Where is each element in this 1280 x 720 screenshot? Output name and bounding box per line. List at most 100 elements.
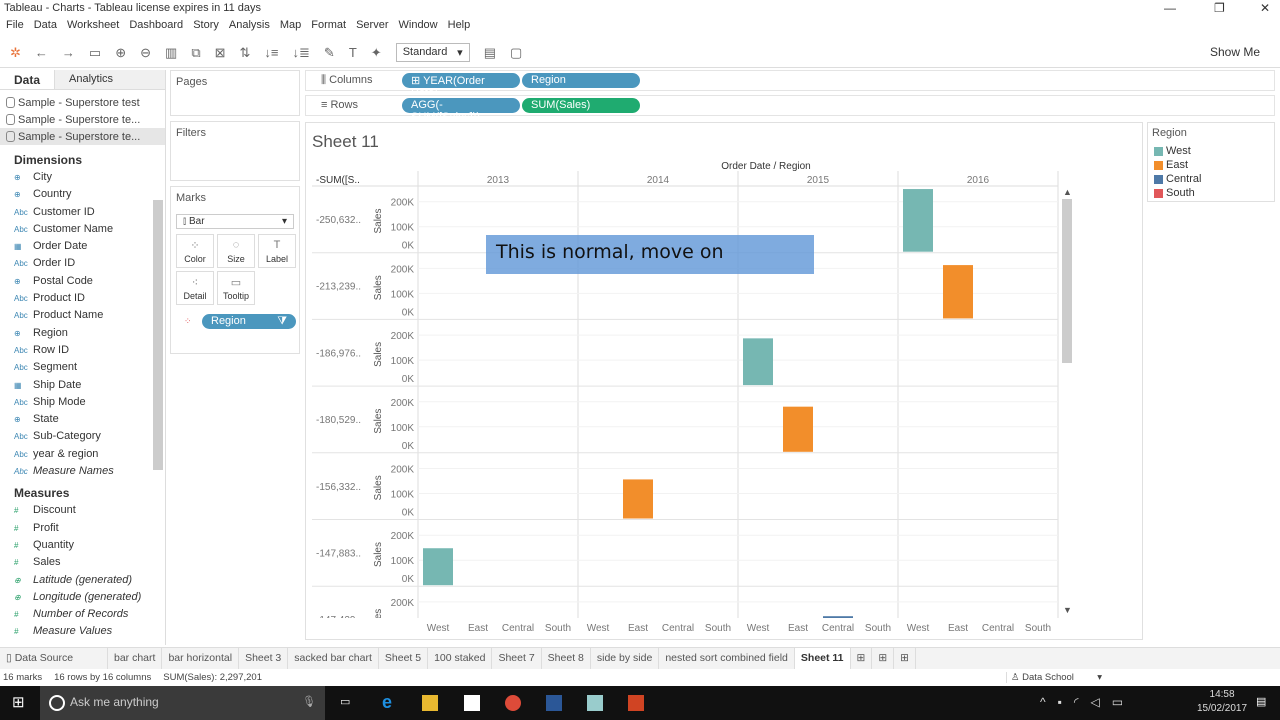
marks-label-button[interactable]: T Label bbox=[258, 234, 296, 268]
show-me-button[interactable]: Show Me bbox=[1210, 45, 1260, 59]
chart[interactable]: Order Date / Region -SUM([S.. 2013 West East… bbox=[306, 123, 1142, 639]
new-dashboard-tab-icon[interactable]: ⊞ bbox=[872, 648, 895, 669]
field-item[interactable]: # Quantity bbox=[0, 537, 165, 554]
pause-updates-icon[interactable]: ⊖ bbox=[140, 45, 151, 61]
field-item[interactable]: ▦ Ship Date bbox=[0, 377, 165, 394]
notifications-icon[interactable]: ▤ bbox=[1256, 695, 1272, 711]
clock-date[interactable]: 15/02/2017 bbox=[1197, 703, 1247, 714]
clock-time[interactable]: 14:58 bbox=[1197, 689, 1247, 700]
back-icon[interactable]: ← bbox=[35, 45, 48, 60]
tab-data-source[interactable]: ▯ Data Source bbox=[0, 648, 108, 669]
labels-icon[interactable]: T bbox=[349, 45, 357, 60]
presentation-icon[interactable]: ▢ bbox=[510, 45, 522, 61]
sheet-tab[interactable]: bar chart bbox=[108, 648, 163, 669]
sheet-tab[interactable]: Sheet 5 bbox=[379, 648, 429, 669]
menu-help[interactable]: Help bbox=[448, 19, 471, 37]
field-item[interactable]: Abc year & region bbox=[0, 446, 165, 463]
highlight-icon[interactable]: ✎ bbox=[324, 45, 335, 61]
field-item[interactable]: ⊕ Country bbox=[0, 186, 165, 203]
file-explorer-icon[interactable] bbox=[422, 695, 438, 711]
sort-asc-icon[interactable]: ↓≡ bbox=[264, 45, 278, 60]
word-icon[interactable] bbox=[546, 695, 562, 711]
marks-detail-button[interactable]: ⁖ Detail bbox=[176, 271, 214, 305]
field-item[interactable]: Abc Row ID bbox=[0, 342, 165, 359]
field-item[interactable]: Abc Product ID bbox=[0, 290, 165, 307]
menu-file[interactable]: File bbox=[6, 19, 24, 37]
field-item[interactable]: # Sales bbox=[0, 554, 165, 571]
field-item[interactable]: ▦ Order Date bbox=[0, 238, 165, 255]
field-item[interactable]: Abc Product Name bbox=[0, 307, 165, 324]
legend-item-south[interactable]: South bbox=[1152, 187, 1270, 201]
tab-analytics[interactable]: Analytics bbox=[54, 70, 165, 89]
duplicate-icon[interactable]: ⧉ bbox=[191, 45, 200, 61]
row-pill-agg[interactable]: AGG(-SUM([Sales])) bbox=[402, 98, 520, 123]
tab-data[interactable]: Data bbox=[0, 70, 55, 89]
marks-tooltip-button[interactable]: ▭ Tooltip bbox=[217, 271, 255, 305]
filters-card[interactable]: Filters bbox=[170, 121, 300, 181]
store-icon[interactable] bbox=[464, 695, 480, 711]
sheet-tab[interactable]: Sheet 7 bbox=[492, 648, 542, 669]
tableau-icon[interactable] bbox=[587, 695, 603, 711]
save-icon[interactable]: ▭ bbox=[89, 45, 101, 61]
menu-map[interactable]: Map bbox=[280, 19, 301, 37]
chrome-icon[interactable] bbox=[505, 695, 521, 711]
legend-item-east[interactable]: East bbox=[1152, 159, 1270, 173]
field-item[interactable]: Abc Ship Mode bbox=[0, 394, 165, 411]
datasource-item[interactable]: Sample - Superstore te... bbox=[0, 111, 165, 128]
user-menu[interactable]: ♙ Data School ▾ bbox=[1006, 672, 1102, 683]
columns-shelf[interactable]: ⫼ Columns ⊞ YEAR(Order Date) Region bbox=[305, 70, 1275, 99]
fit-select[interactable]: Standard ▾ bbox=[395, 43, 470, 62]
field-item[interactable]: Abc Customer Name bbox=[0, 221, 165, 238]
sort-desc-icon[interactable]: ↓≣ bbox=[293, 45, 310, 61]
sheet-tab[interactable]: 100 staked bbox=[428, 648, 493, 669]
sheet-tab[interactable]: side by side bbox=[591, 648, 660, 669]
windows-start-icon[interactable]: ⊞ bbox=[12, 693, 28, 711]
row-pill-sales[interactable]: SUM(Sales) bbox=[522, 98, 640, 113]
field-item[interactable]: ⊕ Longitude (generated) bbox=[0, 589, 165, 606]
tableau-logo-icon[interactable]: ✲ bbox=[10, 45, 21, 61]
menu-worksheet[interactable]: Worksheet bbox=[67, 19, 119, 37]
menu-format[interactable]: Format bbox=[311, 19, 346, 37]
menu-window[interactable]: Window bbox=[399, 19, 438, 37]
column-pill-year[interactable]: ⊞ YEAR(Order Date) bbox=[402, 73, 520, 99]
dimensions-scrollbar[interactable] bbox=[153, 200, 163, 470]
field-item[interactable]: Abc Customer ID bbox=[0, 204, 165, 221]
sheet-tab[interactable]: Sheet 3 bbox=[239, 648, 289, 669]
sheet-tab[interactable]: Sheet 8 bbox=[542, 648, 591, 669]
menu-data[interactable]: Data bbox=[34, 19, 57, 37]
maximize-button[interactable]: ❐ bbox=[1214, 1, 1225, 15]
microphone-icon[interactable]: 🎙 bbox=[302, 695, 318, 711]
pin-icon[interactable]: ✦ bbox=[371, 45, 382, 61]
menu-server[interactable]: Server bbox=[356, 19, 388, 37]
field-item[interactable]: ⊕ Region bbox=[0, 325, 165, 342]
system-tray-icons[interactable]: ^▪◜◁▭ bbox=[1040, 695, 1135, 709]
field-item[interactable]: Abc Sub-Category bbox=[0, 428, 165, 445]
field-item[interactable]: Abc Segment bbox=[0, 359, 165, 376]
field-item[interactable]: Abc Measure Names bbox=[0, 463, 165, 480]
minimize-button[interactable]: — bbox=[1164, 1, 1176, 15]
field-item[interactable]: ⊕ State bbox=[0, 411, 165, 428]
field-item[interactable]: # Profit bbox=[0, 520, 165, 537]
menu-analysis[interactable]: Analysis bbox=[229, 19, 270, 37]
new-worksheet-icon[interactable]: ▥ bbox=[165, 45, 177, 61]
new-datasource-icon[interactable]: ⊕ bbox=[115, 45, 126, 61]
sheet-tab[interactable]: bar horizontal bbox=[162, 648, 240, 669]
column-pill-region[interactable]: Region bbox=[522, 73, 640, 88]
task-view-icon[interactable]: ▭ bbox=[340, 695, 356, 711]
new-story-tab-icon[interactable]: ⊞ bbox=[894, 648, 916, 669]
marks-size-button[interactable]: ◌ Size bbox=[217, 234, 255, 268]
close-button[interactable]: ✕ bbox=[1260, 1, 1270, 15]
legend-item-west[interactable]: West bbox=[1152, 145, 1270, 159]
clear-sheet-icon[interactable]: ⊠ bbox=[215, 45, 226, 61]
field-item[interactable]: ⊕ City bbox=[0, 169, 165, 186]
new-worksheet-tab-icon[interactable]: ⊞ bbox=[851, 648, 873, 669]
field-item[interactable]: # Number of Records bbox=[0, 606, 165, 623]
field-item[interactable]: Abc Order ID bbox=[0, 255, 165, 272]
view-scrollbar-thumb[interactable] bbox=[1062, 199, 1072, 363]
forward-icon[interactable]: → bbox=[62, 45, 75, 60]
menu-story[interactable]: Story bbox=[193, 19, 219, 37]
legend-item-central[interactable]: Central bbox=[1152, 173, 1270, 187]
region-color-pill[interactable]: Region ⧩ bbox=[202, 314, 296, 329]
sheet-tab[interactable]: Sheet 11 bbox=[794, 648, 851, 669]
rows-shelf[interactable]: ≡ Rows AGG(-SUM([Sales])) SUM(Sales) bbox=[305, 95, 1275, 123]
